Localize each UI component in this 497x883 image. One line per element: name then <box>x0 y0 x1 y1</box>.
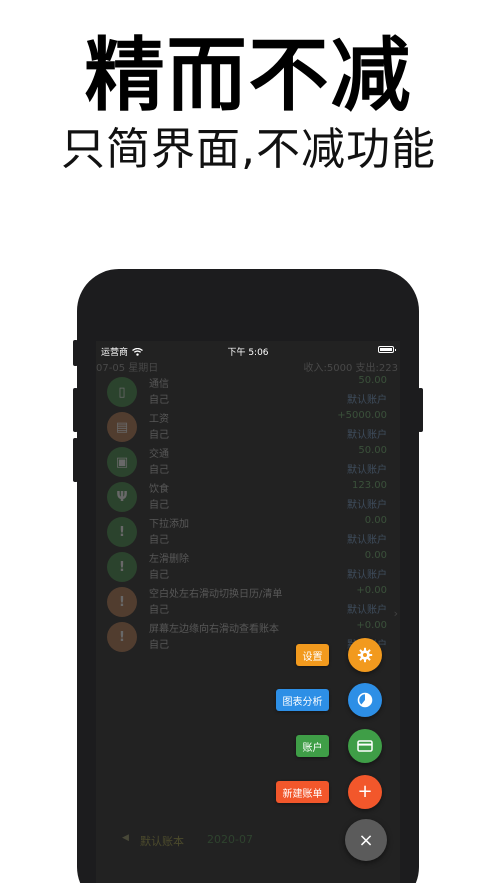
row-amount: 0.00 <box>364 515 387 526</box>
row-category: 左滑删除 <box>149 554 189 565</box>
row-amount: +5000.00 <box>337 410 387 421</box>
row-owner: 自己 <box>149 500 169 511</box>
phone-volume-down <box>73 438 78 482</box>
row-amount: 123.00 <box>352 480 387 491</box>
settings-button[interactable] <box>348 638 382 672</box>
accounts-button[interactable] <box>348 729 382 763</box>
promo-page: 精而不减 只简界面,不减功能 运营商 下午 5:06 07-05 星期日 收入:… <box>0 0 497 883</box>
month-selector[interactable]: 2020-07 <box>207 833 253 846</box>
row-account: 默认账户 <box>347 430 387 441</box>
row-account: 默认账户 <box>347 465 387 476</box>
headline: 精而不减 <box>84 29 413 122</box>
phone-power-button <box>418 388 423 432</box>
row-category: 通信 <box>149 379 169 390</box>
row-account: 默认账户 <box>347 605 387 616</box>
row-account: 默认账户 <box>347 535 387 546</box>
row-owner: 自己 <box>149 465 169 476</box>
table-row[interactable]: Ψ 饮食 自己 123.00 默认账户 <box>96 479 400 513</box>
utensils-icon: Ψ <box>107 482 137 512</box>
row-category: 交通 <box>149 449 169 460</box>
row-owner: 自己 <box>149 640 169 651</box>
exclamation-icon: ! <box>107 622 137 652</box>
row-owner: 自己 <box>149 430 169 441</box>
exclamation-icon: ! <box>107 517 137 547</box>
row-category: 工资 <box>149 414 169 425</box>
credit-card-icon <box>357 740 373 752</box>
table-row[interactable]: ! 空白处左右滑动切换日历/清单 自己 +0.00 默认账户 <box>96 584 400 618</box>
exclamation-icon: ! <box>107 587 137 617</box>
new-book-button[interactable]: + <box>348 775 382 809</box>
subline: 只简界面,不减功能 <box>61 124 436 175</box>
row-account: 默认账户 <box>347 570 387 581</box>
row-amount: +0.00 <box>356 620 387 631</box>
salary-icon: ▤ <box>107 412 137 442</box>
charts-button[interactable] <box>348 683 382 717</box>
close-icon: × <box>358 829 374 851</box>
new-book-label[interactable]: 新建账单 <box>276 781 329 803</box>
bus-icon: ▣ <box>107 447 137 477</box>
table-row[interactable]: ▣ 交通 自己 50.00 默认账户 <box>96 444 400 478</box>
gear-icon <box>357 647 373 663</box>
row-amount: 50.00 <box>358 445 387 456</box>
pie-chart-icon <box>357 692 373 708</box>
chevron-right-icon: › <box>393 607 398 620</box>
table-row[interactable]: ! 左滑删除 自己 0.00 默认账户 <box>96 549 400 583</box>
table-row[interactable]: ▤ 工资 自己 +5000.00 默认账户 <box>96 409 400 443</box>
table-row[interactable]: ▯ 通信 自己 50.00 默认账户 <box>96 374 400 408</box>
phone-icon: ▯ <box>107 377 137 407</box>
triangle-left-icon[interactable]: ◀ <box>122 833 129 843</box>
close-menu-button[interactable]: × <box>345 819 387 861</box>
row-account: 默认账户 <box>347 395 387 406</box>
summary-date: 07-05 星期日 <box>96 363 159 374</box>
accounts-label[interactable]: 账户 <box>296 735 329 757</box>
row-owner: 自己 <box>149 535 169 546</box>
settings-label[interactable]: 设置 <box>296 644 329 666</box>
book-selector[interactable]: 默认账本 <box>140 833 184 849</box>
summary-bar: 07-05 星期日 收入:5000 支出:223 <box>96 357 400 374</box>
row-category: 屏幕左边缘向右滑动查看账本 <box>149 624 279 635</box>
row-owner: 自己 <box>149 605 169 616</box>
battery-icon <box>378 346 396 353</box>
table-row[interactable]: ! 下拉添加 自己 0.00 默认账户 <box>96 514 400 548</box>
exclamation-icon: ! <box>107 552 137 582</box>
summary-totals: 收入:5000 支出:223 <box>303 363 398 374</box>
row-account: 默认账户 <box>347 500 387 511</box>
row-owner: 自己 <box>149 570 169 581</box>
row-category: 空白处左右滑动切换日历/清单 <box>149 589 283 600</box>
row-amount: +0.00 <box>356 585 387 596</box>
row-category: 下拉添加 <box>149 519 189 530</box>
row-amount: 50.00 <box>358 375 387 386</box>
row-category: 饮食 <box>149 484 169 495</box>
row-amount: 0.00 <box>364 550 387 561</box>
plus-icon: + <box>357 781 373 802</box>
phone-mute-switch <box>73 340 78 366</box>
charts-label[interactable]: 图表分析 <box>276 689 329 711</box>
row-owner: 自己 <box>149 395 169 406</box>
phone-volume-up <box>73 388 78 432</box>
